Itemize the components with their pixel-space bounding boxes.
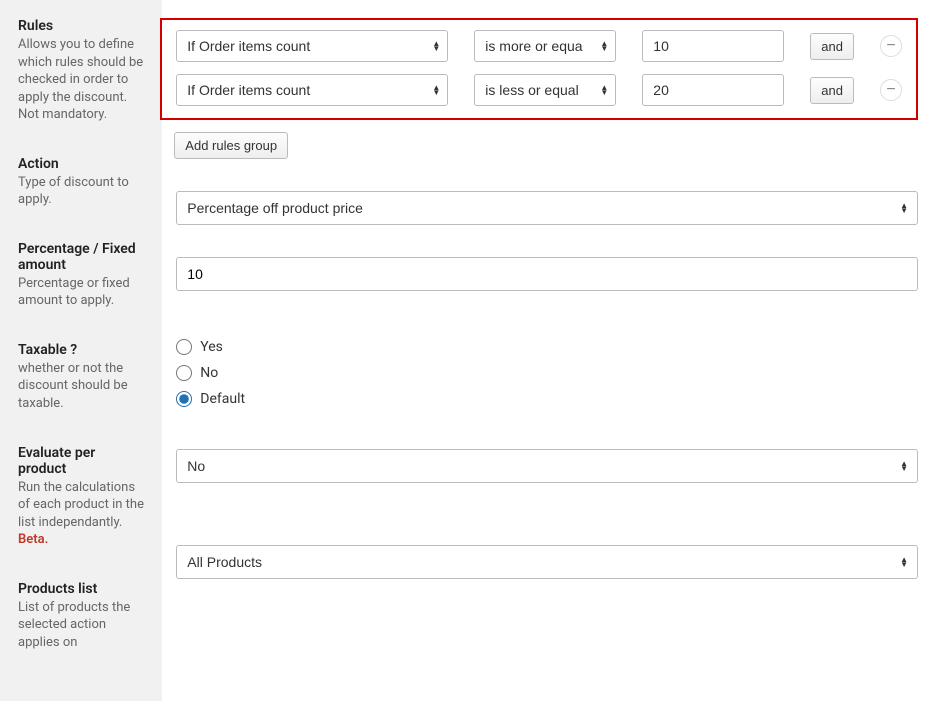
sidebar-action-desc: Type of discount to apply. [18, 174, 146, 209]
rule-value-input[interactable] [642, 74, 784, 106]
minus-icon: − [886, 38, 895, 54]
sidebar-taxable: Taxable ? whether or not the discount sh… [18, 342, 146, 413]
rule-remove-button[interactable]: − [880, 35, 902, 57]
taxable-default-option[interactable]: Default [176, 391, 918, 407]
rule-operator-select[interactable] [474, 74, 616, 106]
taxable-no-label: No [200, 365, 218, 381]
rule-value-input[interactable] [642, 30, 784, 62]
taxable-default-radio[interactable] [176, 391, 192, 407]
sidebar-taxable-title: Taxable ? [18, 342, 146, 358]
sidebar-evaluate-beta: Beta. [18, 531, 146, 549]
products-list-select[interactable] [176, 545, 918, 579]
rule-join-button[interactable]: and [810, 33, 854, 60]
sidebar-taxable-desc: whether or not the discount should be ta… [18, 360, 146, 413]
rule-row: ▲▼ ▲▼ and − [176, 74, 902, 106]
settings-sidebar: Rules Allows you to define which rules s… [0, 0, 162, 701]
sidebar-products-title: Products list [18, 581, 146, 597]
add-rules-group-button[interactable]: Add rules group [174, 132, 288, 159]
sidebar-percentage: Percentage / Fixed amount Percentage or … [18, 241, 146, 310]
evaluate-select[interactable] [176, 449, 918, 483]
sidebar-action-title: Action [18, 156, 146, 172]
rule-row: ▲▼ ▲▼ and − [176, 30, 902, 62]
sidebar-products: Products list List of products the selec… [18, 581, 146, 652]
taxable-yes-radio[interactable] [176, 339, 192, 355]
sidebar-action: Action Type of discount to apply. [18, 156, 146, 209]
sidebar-products-desc: List of products the selected action app… [18, 599, 146, 652]
action-select[interactable] [176, 191, 918, 225]
taxable-yes-option[interactable]: Yes [176, 339, 918, 355]
taxable-no-radio[interactable] [176, 365, 192, 381]
main-content: ▲▼ ▲▼ and − ▲▼ ▲▼ [162, 0, 938, 701]
rule-condition-select[interactable] [176, 74, 448, 106]
rule-condition-select[interactable] [176, 30, 448, 62]
sidebar-evaluate-title: Evaluate per product [18, 445, 146, 477]
sidebar-rules: Rules Allows you to define which rules s… [18, 18, 146, 124]
rule-operator-select[interactable] [474, 30, 616, 62]
taxable-yes-label: Yes [200, 339, 223, 355]
percentage-input[interactable] [176, 257, 918, 291]
taxable-default-label: Default [200, 391, 245, 407]
sidebar-percentage-title: Percentage / Fixed amount [18, 241, 146, 273]
taxable-no-option[interactable]: No [176, 365, 918, 381]
taxable-radio-group: Yes No Default [176, 339, 918, 407]
sidebar-rules-title: Rules [18, 18, 146, 34]
rule-remove-button[interactable]: − [880, 79, 902, 101]
minus-icon: − [886, 82, 895, 98]
rule-join-button[interactable]: and [810, 77, 854, 104]
sidebar-evaluate-desc: Run the calculations of each product in … [18, 479, 146, 532]
sidebar-evaluate: Evaluate per product Run the calculation… [18, 445, 146, 549]
sidebar-rules-desc: Allows you to define which rules should … [18, 36, 146, 124]
sidebar-percentage-desc: Percentage or fixed amount to apply. [18, 275, 146, 310]
rules-group-highlight: ▲▼ ▲▼ and − ▲▼ ▲▼ [160, 18, 918, 120]
